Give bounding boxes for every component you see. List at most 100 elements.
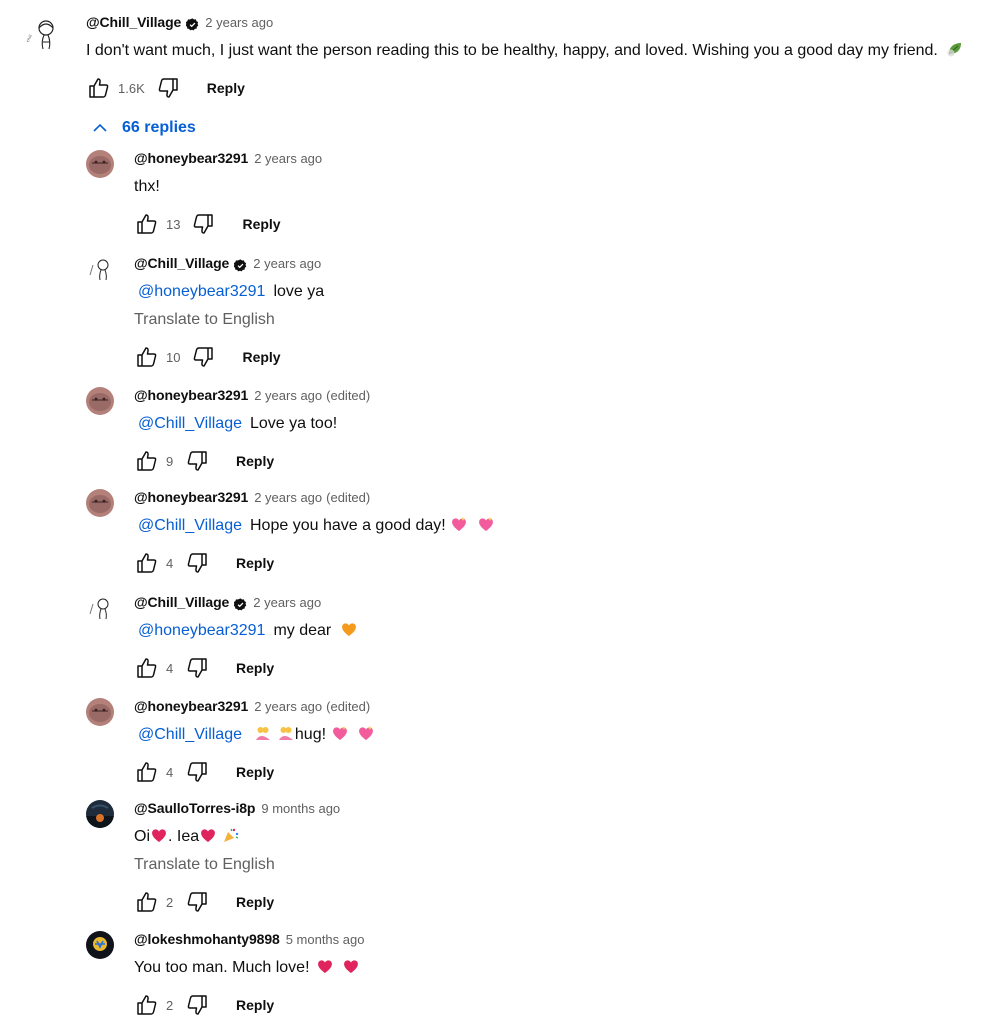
comment-author[interactable]: @Chill_Village [86, 14, 181, 30]
reply-button[interactable]: Reply [236, 555, 274, 571]
like-button[interactable] [134, 889, 160, 915]
sparkling-heart-emoji-icon [359, 726, 373, 740]
comment-timestamp[interactable]: 2 years ago [254, 151, 322, 166]
like-count: 9 [166, 453, 174, 469]
like-button[interactable] [134, 759, 160, 785]
comment-author[interactable]: @honeybear3291 [134, 489, 248, 505]
avatar[interactable]: chill [22, 14, 62, 54]
chill-village-avatar-icon: chill [22, 14, 62, 54]
sparkling-heart-emoji-icon [332, 726, 347, 740]
thumb-up-icon [137, 451, 157, 471]
avatar[interactable] [86, 255, 114, 283]
comment-timestamp[interactable]: 2 years ago [253, 256, 321, 271]
dislike-button[interactable] [184, 889, 210, 915]
comment-actions: 2 Reply [134, 888, 986, 916]
comment-text-content: Hope you have a good day! [250, 517, 446, 534]
comment-author[interactable]: @SaulloTorres-i8p [134, 800, 255, 816]
replies-toggle-button[interactable]: 66 replies [90, 118, 196, 138]
hugging-people-emoji-icon [256, 727, 271, 740]
thumb-down-icon [187, 762, 207, 782]
mention-link[interactable]: @Chill_Village [138, 517, 242, 534]
reply-button[interactable]: Reply [242, 349, 280, 365]
dislike-button[interactable] [184, 550, 210, 576]
like-button[interactable] [86, 75, 112, 101]
like-button[interactable] [134, 655, 160, 681]
sparkling-heart-emoji-icon [478, 517, 493, 531]
thumb-up-icon [137, 892, 157, 912]
verified-badge-icon [186, 17, 199, 30]
thumb-down-icon [194, 347, 214, 367]
thumb-down-icon [187, 995, 207, 1015]
comment-author[interactable]: @honeybear3291 [134, 150, 248, 166]
avatar[interactable] [86, 387, 114, 415]
mention-link[interactable]: @honeybear3291 [138, 283, 265, 300]
comment-text: thx! [134, 178, 160, 195]
orange-heart-emoji-icon [341, 623, 356, 636]
reply-button[interactable]: Reply [236, 764, 274, 780]
like-count: 13 [166, 216, 181, 232]
thumb-down-icon [187, 658, 207, 678]
like-button[interactable] [134, 344, 160, 370]
like-button[interactable] [134, 448, 160, 474]
saullo-avatar-icon [86, 800, 114, 828]
thumb-up-icon [89, 78, 109, 98]
comment-timestamp[interactable]: 2 years ago [253, 595, 321, 610]
mention-link[interactable]: @Chill_Village [138, 415, 242, 432]
reply-button[interactable]: Reply [236, 997, 274, 1013]
dislike-button[interactable] [190, 344, 216, 370]
comment-timestamp[interactable]: 5 months ago [286, 932, 365, 947]
dislike-button[interactable] [184, 655, 210, 681]
reply-button[interactable]: Reply [236, 453, 274, 469]
dislike-button[interactable] [184, 759, 210, 785]
like-button[interactable] [134, 992, 160, 1018]
comment-author[interactable]: @lokeshmohanty9898 [134, 931, 280, 947]
red-heart-emoji-icon [318, 960, 332, 973]
verified-badge-icon [234, 597, 247, 610]
comment-author[interactable]: @Chill_Village [134, 594, 229, 610]
reply-button[interactable]: Reply [236, 894, 274, 910]
avatar[interactable] [86, 931, 114, 959]
reply-button[interactable]: Reply [207, 80, 245, 96]
avatar[interactable] [86, 698, 114, 726]
comment-text-content: You too man. Much love! [134, 959, 310, 976]
comment-text-content: love ya [273, 283, 325, 300]
dislike-button[interactable] [155, 75, 181, 101]
dislike-button[interactable] [184, 992, 210, 1018]
comment-actions: 4 Reply [134, 758, 986, 786]
comment-text: @Chill_Village Hope you have a good day! [134, 515, 986, 537]
like-button[interactable] [134, 550, 160, 576]
comment-timestamp[interactable]: 2 years ago [254, 490, 322, 505]
avatar[interactable] [86, 594, 114, 622]
reply-button[interactable]: Reply [236, 660, 274, 676]
thumb-up-icon [137, 214, 157, 234]
mention-link[interactable]: @honeybear3291 [138, 622, 265, 639]
like-button[interactable] [134, 211, 160, 237]
translate-link[interactable]: Translate to English [134, 309, 986, 331]
like-count: 2 [166, 997, 174, 1013]
comment-timestamp[interactable]: 2 years ago [205, 15, 273, 30]
avatar[interactable] [86, 489, 114, 517]
dislike-button[interactable] [190, 211, 216, 237]
dislike-button[interactable] [184, 448, 210, 474]
honeybear-avatar-icon [86, 387, 114, 415]
red-heart-emoji-icon [201, 829, 216, 842]
like-count: 1.6K [118, 80, 145, 96]
comment-author[interactable]: @honeybear3291 [134, 698, 248, 714]
comment-actions: 2 Reply [134, 991, 986, 1019]
translate-link[interactable]: Translate to English [134, 854, 986, 876]
comment-text-content: Oi [134, 828, 150, 845]
comment-timestamp[interactable]: 2 years ago [254, 699, 322, 714]
comment-author[interactable]: @Chill_Village [134, 255, 229, 271]
avatar[interactable] [86, 800, 114, 828]
thumb-down-icon [187, 451, 207, 471]
comment-timestamp[interactable]: 2 years ago [254, 388, 322, 403]
comment-timestamp[interactable]: 9 months ago [261, 801, 340, 816]
comment-author[interactable]: @honeybear3291 [134, 387, 248, 403]
thumb-down-icon [194, 214, 214, 234]
comment-text: @Chill_Village hug! [134, 724, 986, 746]
reply-button[interactable]: Reply [242, 216, 280, 232]
hugging-people-emoji-icon [278, 727, 293, 740]
comment-actions: 9 Reply [134, 447, 986, 475]
avatar[interactable] [86, 150, 114, 178]
mention-link[interactable]: @Chill_Village [138, 726, 242, 743]
